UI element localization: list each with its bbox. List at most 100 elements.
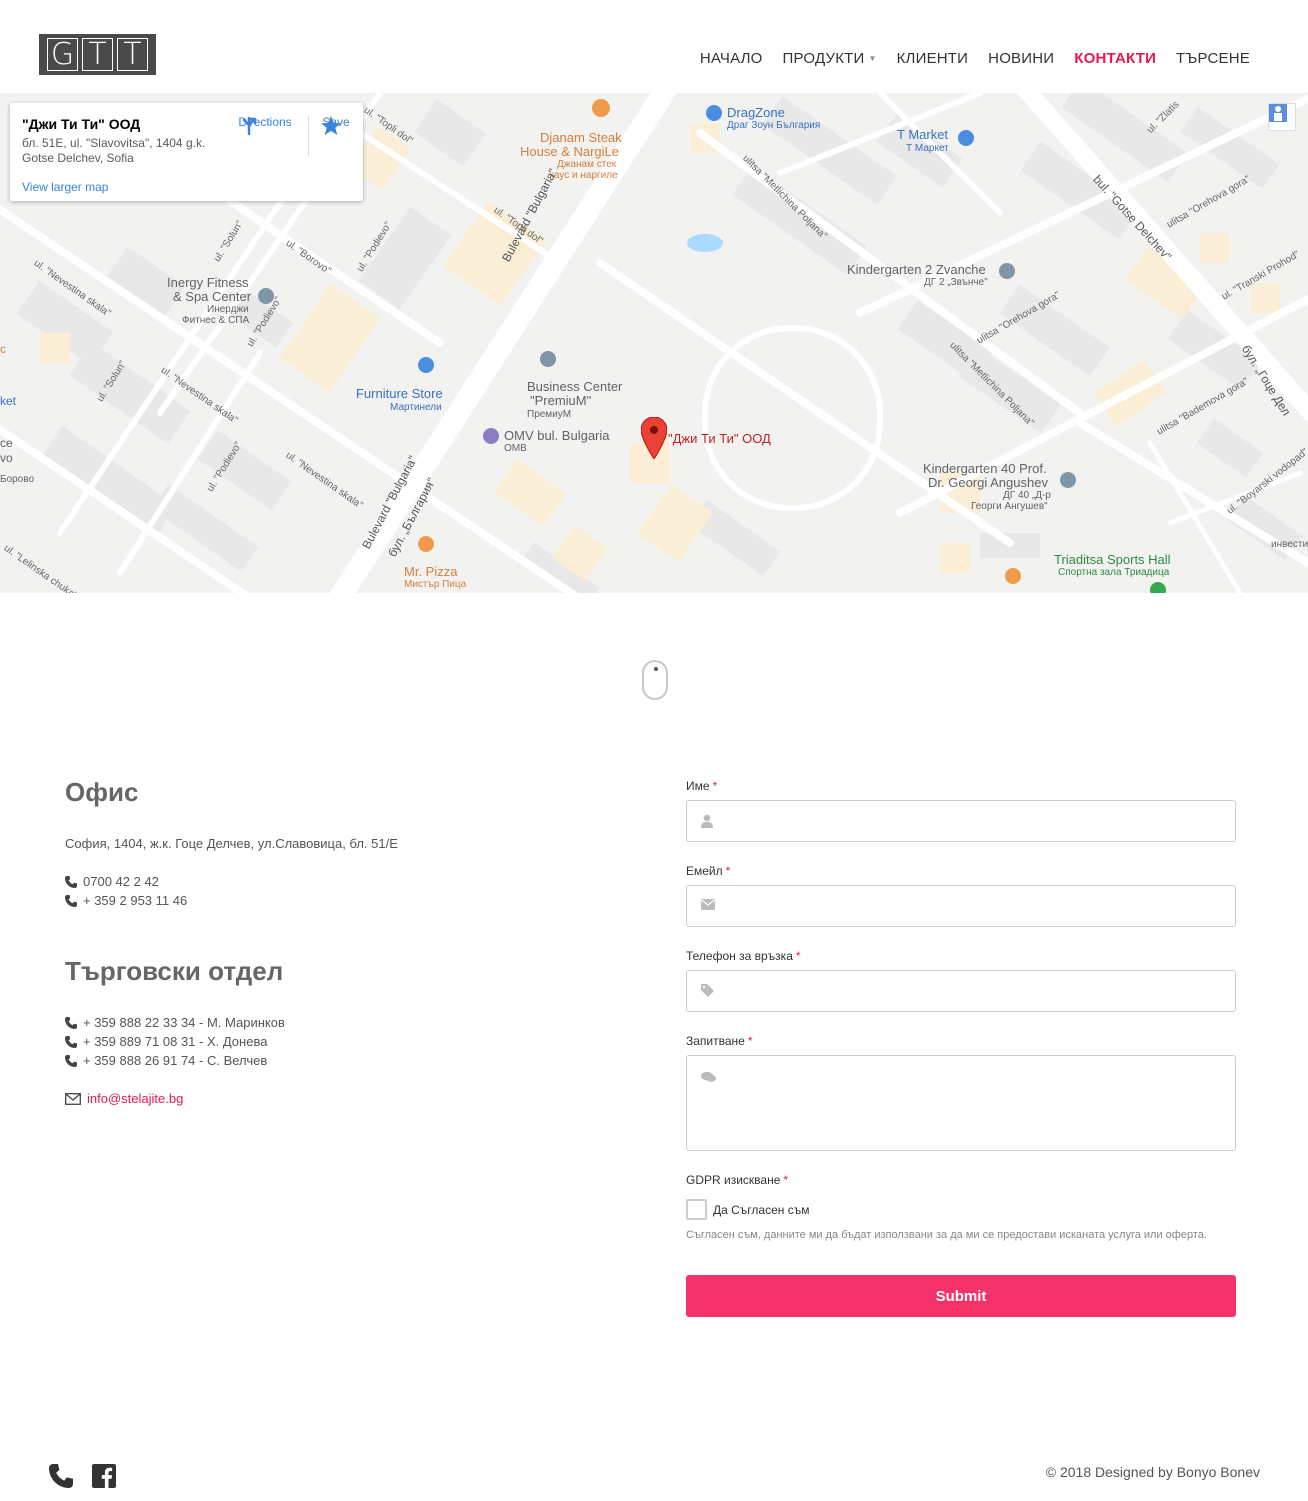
gdpr-checkbox[interactable] [686,1199,707,1220]
shopping-icon[interactable] [418,357,434,373]
place-icon[interactable] [540,351,556,367]
place-title: "Джи Ти Ти" ООД [22,116,141,132]
name-label: Име * [686,779,717,793]
email-link[interactable]: info@stelajite.bg [87,1091,183,1106]
tag-icon [701,984,714,997]
envelope-icon [65,1092,81,1105]
place-label: Mr. Pizza [404,564,458,579]
submit-button[interactable]: Submit [686,1275,1236,1317]
office-phone[interactable]: + 359 2 953 11 46 [65,893,187,908]
place-label: "PremiuM" [530,393,592,408]
sales-phone[interactable]: + 359 888 22 33 34 - М. Маринков [65,1015,285,1030]
sales-heading: Търговски отдел [65,956,284,986]
sales-phone[interactable]: + 359 889 71 08 31 - Х. Донева [65,1034,267,1049]
scroll-down-icon[interactable] [642,660,668,700]
label-text: Телефон за връзка [686,949,793,963]
gas-station-icon[interactable] [483,428,499,444]
location-pin-icon[interactable] [641,417,667,459]
nav-item-search[interactable]: ТЪРСЕНЕ [1166,50,1260,67]
nav-item-label: ПРОДУКТИ [782,50,865,67]
name-field[interactable] [686,800,1236,842]
phone-number: + 359 889 71 08 31 - Х. Донева [83,1034,268,1049]
school-icon[interactable] [999,263,1015,279]
place-label: vo [0,451,13,465]
place-label: DragZone [727,105,785,120]
sales-email: info@stelajite.bg [65,1091,183,1106]
nav-item-news[interactable]: НОВИНИ [978,50,1064,67]
label-text: Запитване [686,1034,745,1048]
place-label: Kindergarten 2 Zvanche [847,262,986,277]
user-icon [701,814,713,828]
directions-button[interactable]: Directions [238,115,292,136]
office-address: София, 1404, ж.к. Гоце Делчев, ул.Славов… [65,836,398,851]
shopping-icon[interactable] [706,105,722,121]
nav-item-products[interactable]: ПРОДУКТИ ▼ [773,50,887,67]
gdpr-label: GDPR изискване * [686,1173,788,1187]
save-button[interactable]: Save [320,115,352,135]
logo-letter: G [47,38,78,71]
email-field[interactable] [686,885,1236,927]
logo-letter: T [82,38,113,71]
restaurant-icon[interactable] [418,536,434,552]
place-label: Борово [0,474,35,485]
place-label: ПремиуМ [527,409,572,420]
place-label: Dr. Georgi Angushev [928,475,1048,490]
place-label: Джанам стек [557,159,617,170]
place-label: c [0,342,6,356]
view-larger-map-link[interactable]: View larger map [22,180,108,194]
phone-number: + 359 888 22 33 34 - М. Маринков [83,1015,285,1030]
sales-phone[interactable]: + 359 888 26 91 74 - С. Велчев [65,1053,267,1068]
place-label: Т Маркет [906,143,949,154]
phone-icon [65,1035,77,1048]
site-header: G T T НАЧАЛО ПРОДУКТИ ▼ КЛИЕНТИ НОВИНИ КО… [0,0,1308,93]
site-logo[interactable]: G T T [39,34,156,75]
place-label: T Market [897,127,949,142]
place-label: OMV bul. Bulgaria [504,428,610,443]
place-label: & Spa Center [173,289,252,304]
label-text: Емейл [686,864,723,878]
place-label: Фитнес & СПА [182,315,250,326]
directions-icon [242,116,257,136]
email-label: Емейл * [686,864,730,878]
place-label: Мартинели [390,402,442,413]
place-label: инвести [1271,539,1308,550]
restaurant-icon[interactable] [592,99,610,117]
nav-item-home[interactable]: НАЧАЛО [690,50,773,67]
office-phone[interactable]: 0700 42 2 42 [65,874,159,889]
facebook-icon[interactable] [92,1464,116,1488]
phone-label: Телефон за връзка * [686,949,801,963]
nav-item-contacts[interactable]: КОНТАКТИ [1064,50,1166,67]
place-label: ДГ 2 „Звънче" [924,277,988,288]
shopping-icon[interactable] [958,130,974,146]
phone-icon [65,894,77,907]
required-mark: * [712,779,718,793]
label-text: GDPR изискване [686,1173,781,1187]
main-nav: НАЧАЛО ПРОДУКТИ ▼ КЛИЕНТИ НОВИНИ КОНТАКТИ… [690,50,1260,67]
label-text: Име [686,779,710,793]
place-label: Мистър Пица [404,579,467,590]
pin-label: "Джи Ти Ти" ООД [668,431,771,446]
place-label: Инерджи [207,304,249,315]
nav-item-clients[interactable]: КЛИЕНТИ [887,50,979,67]
required-mark: * [725,864,731,878]
place-label: ket [0,394,17,408]
pegman-icon[interactable] [1268,103,1296,131]
place-label: ДГ 40 „Д-р [1003,490,1051,501]
phone-icon[interactable] [49,1464,73,1488]
phone-icon [65,1016,77,1029]
school-icon[interactable] [1060,472,1076,488]
place-label: Furniture Store [356,386,443,401]
checkbox-label[interactable]: Да Съгласен съм [713,1203,809,1217]
phone-number: 0700 42 2 42 [83,874,159,889]
phone-number: + 359 888 26 91 74 - С. Велчев [83,1053,268,1068]
required-mark: * [747,1034,753,1048]
place-label: Triaditsa Sports Hall [1054,552,1171,567]
phone-field[interactable] [686,970,1236,1012]
required-mark: * [783,1173,789,1187]
inquiry-field[interactable] [686,1055,1236,1151]
phone-icon [65,875,77,888]
google-map[interactable]: "Джи Ти Ти" ООД Djanam Steak House & Nar… [0,93,1308,593]
envelope-icon [701,899,715,910]
place-label: Спортна зала Триадица [1058,567,1170,578]
restaurant-icon[interactable] [1005,568,1021,584]
